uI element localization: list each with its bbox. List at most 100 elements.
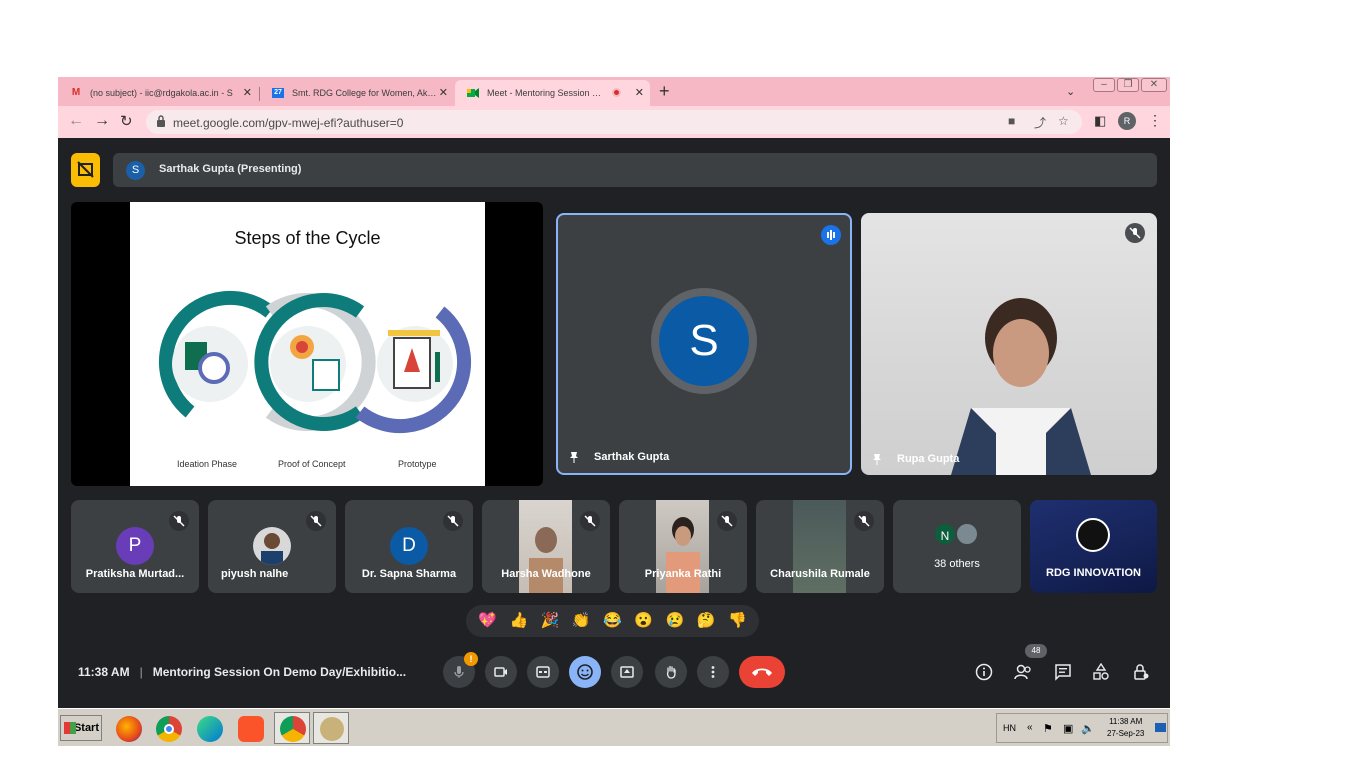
browser-menu-icon[interactable]: ⋮ — [1148, 112, 1162, 129]
participant-name: RDG INNOVATION — [1046, 567, 1141, 579]
address-bar[interactable]: meet.google.com/gpv-mwej-efi?authuser=0 … — [146, 110, 1082, 134]
participant-tile[interactable]: piyush nalhe — [208, 500, 336, 593]
back-icon[interactable]: ← — [68, 112, 84, 130]
participant-name: Priyanka Rathi — [644, 568, 722, 580]
mic-button[interactable]: ! — [443, 652, 478, 688]
participant-tile[interactable]: D Dr. Sapna Sharma — [345, 500, 473, 593]
muted-mic-icon — [169, 511, 189, 531]
flag-icon[interactable]: ⚑ — [1043, 722, 1053, 735]
network-icon[interactable]: ▣ — [1063, 722, 1073, 735]
taskbar-clock[interactable]: 11:38 AM 27-Sep-23 — [1107, 716, 1144, 740]
captions-button[interactable] — [527, 656, 559, 688]
phase-label: Prototype — [398, 459, 437, 469]
more-options-button[interactable] — [697, 656, 729, 688]
share-icon[interactable]: ⤴ — [1034, 114, 1046, 131]
show-desktop-icon[interactable] — [1155, 723, 1166, 732]
video-camera-icon — [494, 667, 507, 677]
pin-icon[interactable] — [568, 451, 580, 463]
participant-tile[interactable]: Charushila Rumale — [756, 500, 884, 593]
participant-tile[interactable]: Priyanka Rathi — [619, 500, 747, 593]
presentation-stream[interactable]: Steps of the Cycle Ideation Phase Proof … — [71, 202, 543, 486]
active-chrome-task[interactable] — [274, 712, 310, 744]
paint-task[interactable] — [313, 712, 349, 744]
reaction-party[interactable]: 🎉 — [541, 611, 560, 631]
language-indicator[interactable]: HN — [1003, 723, 1016, 733]
reload-icon[interactable]: ↻ — [120, 112, 133, 130]
participant-video — [951, 298, 1091, 475]
reaction-laugh[interactable]: 😂 — [603, 611, 622, 631]
browser-toolbar: ← → ↻ meet.google.com/gpv-mwej-efi?authu… — [58, 106, 1170, 138]
side-panel-icon[interactable]: ◧ — [1094, 113, 1106, 129]
muted-mic-icon — [306, 511, 326, 531]
chrome-icon — [280, 716, 306, 742]
tab-search-icon[interactable]: ⌄ — [1066, 85, 1075, 98]
phone-hangup-icon — [752, 668, 772, 676]
pin-icon[interactable] — [871, 453, 883, 465]
reaction-clap[interactable]: 👏 — [572, 611, 591, 631]
reactions-button[interactable] — [569, 656, 601, 688]
tray-arrow-icon[interactable]: « — [1027, 722, 1033, 733]
browser-tab-bar: M (no subject) - iic@rdgakola.ac.in - S … — [58, 77, 1170, 106]
reaction-thumbs-down[interactable]: 👎 — [728, 611, 747, 631]
participant-name-label: Sarthak Gupta — [568, 451, 669, 463]
forward-icon[interactable]: → — [94, 112, 110, 130]
participant-tile[interactable]: P Pratiksha Murtad... — [71, 500, 199, 593]
tab-college-calendar[interactable]: 27 Smt. RDG College for Women, Akola ✕ — [260, 80, 454, 106]
reaction-surprised[interactable]: 😮 — [634, 611, 653, 631]
chrome-icon[interactable] — [156, 716, 182, 742]
presenter-bar: S Sarthak Gupta (Presenting) — [113, 153, 1157, 187]
start-button[interactable]: Start — [60, 715, 102, 741]
close-tab-icon[interactable]: ✕ — [439, 86, 448, 99]
close-tab-icon[interactable]: ✕ — [243, 86, 252, 99]
participant-tile-main[interactable]: S Sarthak Gupta — [556, 213, 852, 475]
camera-icon[interactable]: ■ — [1008, 114, 1015, 128]
participant-name: Charushila Rumale — [770, 568, 870, 580]
others-tile[interactable]: N 38 others — [893, 500, 1021, 593]
firefox-icon[interactable] — [116, 716, 142, 742]
brave-icon[interactable] — [238, 716, 264, 742]
participant-tile-main[interactable]: Rupa Gupta — [861, 213, 1157, 475]
edge-icon[interactable] — [197, 716, 223, 742]
meeting-details-icon[interactable] — [972, 660, 996, 684]
reaction-thinking[interactable]: 🤔 — [697, 611, 716, 631]
activities-icon[interactable] — [1089, 660, 1113, 684]
reaction-sad[interactable]: 😢 — [666, 611, 685, 631]
participant-tile[interactable]: Harsha Wadhone — [482, 500, 610, 593]
muted-mic-icon — [443, 511, 463, 531]
close-tab-icon[interactable]: ✕ — [635, 86, 644, 99]
slide: Steps of the Cycle Ideation Phase Proof … — [130, 202, 485, 486]
avatar — [955, 522, 979, 546]
volume-icon[interactable]: 🔈 — [1081, 722, 1095, 735]
participant-name: Dr. Sapna Sharma — [361, 568, 457, 580]
new-tab-button[interactable]: + — [659, 81, 670, 102]
chat-icon[interactable] — [1051, 660, 1075, 684]
maximize-button[interactable]: ❐ — [1117, 78, 1139, 92]
participant-name: piyush nalhe — [221, 568, 289, 580]
participant-tile[interactable]: RDG INNOVATION — [1030, 500, 1157, 593]
present-button[interactable] — [611, 656, 643, 688]
hand-icon — [666, 665, 676, 679]
tab-gmail[interactable]: M (no subject) - iic@rdgakola.ac.in - S … — [58, 80, 258, 106]
people-icon[interactable] — [1011, 660, 1035, 684]
raise-hand-button[interactable] — [655, 656, 687, 688]
bookmark-star-icon[interactable]: ☆ — [1058, 114, 1069, 128]
lock-icon — [157, 115, 165, 127]
host-controls-icon[interactable] — [1129, 660, 1153, 684]
camera-button[interactable] — [485, 656, 517, 688]
participant-name: 38 others — [934, 558, 980, 570]
participant-name: Pratiksha Murtad... — [85, 568, 185, 580]
minimize-button[interactable]: – — [1093, 78, 1115, 92]
avatar: P — [116, 527, 154, 565]
muted-mic-icon — [854, 511, 874, 531]
leave-call-button[interactable] — [739, 656, 785, 688]
presentation-icon[interactable] — [71, 153, 100, 187]
emoji-icon — [577, 664, 593, 680]
reaction-thumbs-up[interactable]: 👍 — [509, 611, 528, 631]
close-window-button[interactable]: ✕ — [1141, 78, 1167, 92]
tab-meet[interactable]: Meet - Mentoring Session On De ✕ — [455, 80, 650, 106]
participant-count-badge: 48 — [1025, 644, 1047, 658]
profile-avatar[interactable]: R — [1118, 112, 1136, 130]
phase-label: Ideation Phase — [177, 459, 238, 469]
present-screen-icon — [620, 666, 634, 678]
reaction-heart[interactable]: 💖 — [478, 611, 497, 631]
